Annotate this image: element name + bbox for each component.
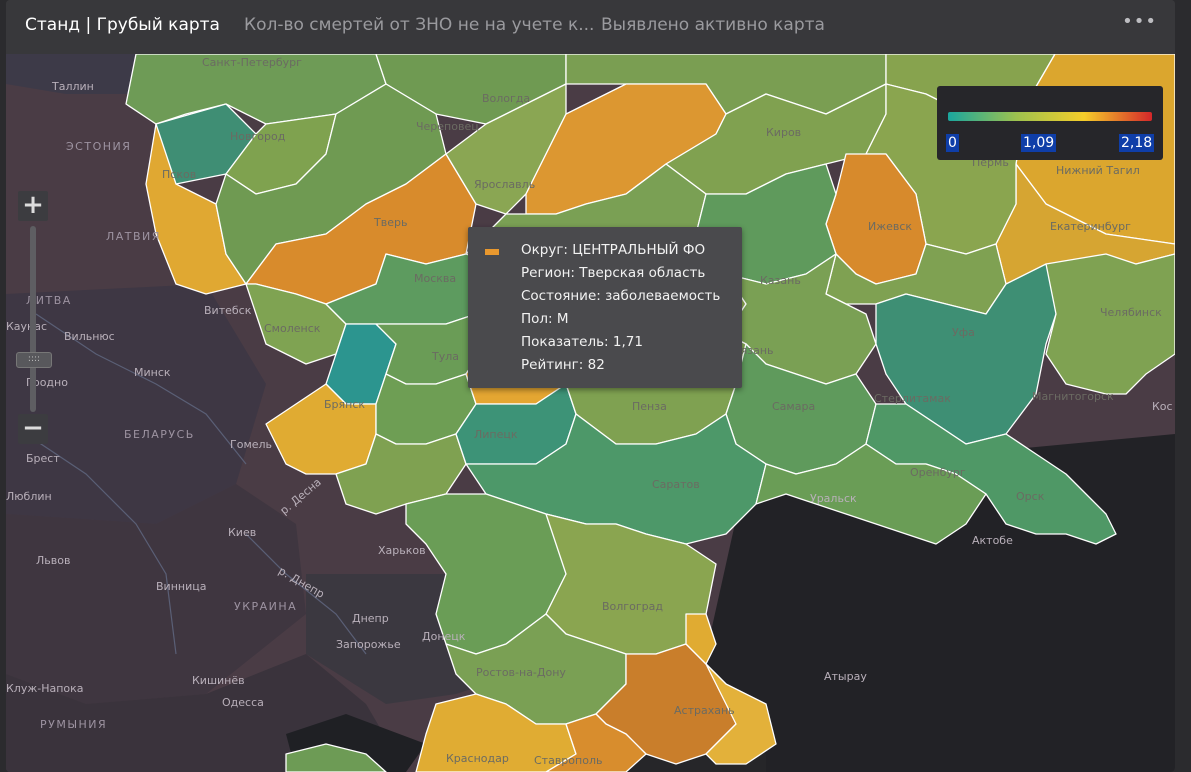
map-label-chelyabinsk: Челябинск (1100, 306, 1162, 319)
map-label-tagil: Нижний Тагил (1056, 164, 1140, 177)
map-label-tula: Тула (432, 350, 460, 363)
plus-icon: + (22, 190, 44, 220)
map-label-belarus: БЕЛАРУСЬ (124, 428, 195, 441)
map-label-petersburg: Санкт-Петербург (202, 56, 302, 69)
color-legend: 0 1,09 2,18 (937, 86, 1163, 160)
dashboard-panel: Станд | Грубый карта Кол-во смертей от З… (6, 0, 1175, 772)
map-label-cherepovets: Череповец (416, 120, 479, 133)
tooltip-region: Регион: Тверская область (521, 265, 706, 281)
map-label-vinnitsa: Винница (156, 580, 207, 593)
map-label-cluj: Клуж-Напока (6, 682, 84, 695)
map-label-pskov: Псков (162, 168, 197, 181)
map-label-sterlitamak: Стерлитамак (874, 392, 951, 405)
map-label-krasnodar: Краснодар (446, 752, 509, 765)
legend-min-value: 0 (946, 134, 959, 152)
map-label-lipetsk: Липецк (474, 428, 518, 441)
map-label-kazan: Казань (760, 274, 801, 287)
tooltip-sex: Пол: М (521, 311, 569, 327)
map-label-kiev: Киев (228, 526, 257, 539)
map-label-aktobe: Актобе (972, 534, 1013, 547)
map-label-kirov: Киров (766, 126, 802, 139)
legend-gradient-bar (948, 112, 1152, 121)
map-label-ukraine: УКРАИНА (234, 600, 298, 613)
map-label-yaroslavl: Ярославль (474, 178, 536, 191)
map-label-kostanay: Кос (1152, 400, 1173, 413)
tooltip-district: Округ: ЦЕНТРАЛЬНЫЙ ФО (521, 242, 706, 258)
tab-deaths[interactable]: Кол-во смертей от ЗНО не на учете к... (244, 15, 594, 35)
map-label-tver: Тверь (374, 216, 408, 229)
zoom-out-button[interactable]: − (18, 414, 48, 444)
zoom-in-button[interactable]: + (18, 191, 48, 221)
map-label-saratov: Саратов (652, 478, 700, 491)
zoom-slider-handle[interactable]: :::: (16, 352, 52, 368)
map-label-lvov: Львов (36, 554, 71, 567)
legend-max-value: 2,18 (1119, 134, 1155, 152)
map-label-magnitogorsk: Магнитогорск (1032, 390, 1114, 403)
map-label-astrakhan: Астрахань (674, 704, 735, 717)
tooltip-rating: Рейтинг: 82 (521, 357, 605, 373)
map-label-brest: Брест (26, 452, 60, 465)
map-label-lublin: Люблин (6, 490, 52, 503)
choropleth-map[interactable]: Таллин ЭСТОНИЯ ЛАТВИЯ ЛИТВА Каунас Вильн… (6, 54, 1175, 772)
map-label-ekaterinburg: Екатеринбург (1050, 220, 1131, 233)
minus-icon: − (22, 413, 44, 443)
map-label-volgograd: Волгоград (602, 600, 663, 613)
tooltip-color-swatch (485, 249, 499, 255)
region-tooltip: Округ: ЦЕНТРАЛЬНЫЙ ФО Регион: Тверская о… (468, 227, 742, 388)
map-label-gomel: Гомель (230, 438, 273, 451)
map-label-kaunas: Каунас (6, 320, 48, 333)
map-label-penza: Пенза (632, 400, 667, 413)
tab-detected-map[interactable]: Выявлено активно карта (601, 15, 825, 35)
map-label-moscow: Москва (414, 272, 457, 285)
map-label-orsk: Орск (1016, 490, 1045, 503)
map-label-zaporozhye: Запорожье (336, 638, 401, 651)
map-label-odessa: Одесса (222, 696, 264, 709)
map-label-tallinn: Таллин (52, 80, 94, 93)
map-label-bryansk: Брянск (324, 398, 366, 411)
legend-mid-value: 1,09 (1021, 134, 1057, 152)
map-label-izhevsk: Ижевск (868, 220, 913, 233)
map-label-minsk: Минск (134, 366, 171, 379)
map-label-vitebsk: Витебск (204, 304, 252, 317)
map-label-stavropol: Ставрополь (534, 754, 603, 767)
map-label-kharkov: Харьков (378, 544, 426, 557)
zoom-slider-track[interactable] (30, 226, 36, 412)
map-label-atyrau: Атырау (824, 670, 867, 683)
tab-stand-map[interactable]: Станд | Грубый карта (25, 15, 220, 35)
map-label-ufa: Уфа (952, 326, 975, 339)
map-label-samara: Самара (772, 400, 816, 413)
map-label-estonia: ЭСТОНИЯ (66, 140, 132, 153)
ellipsis-icon[interactable]: ••• (1122, 11, 1157, 32)
map-label-vilnius: Вильнюс (64, 330, 115, 343)
map-label-donetsk: Донецк (422, 630, 466, 643)
map-label-novgorod: Новгород (230, 130, 286, 143)
map-label-romania: РУМЫНИЯ (40, 718, 108, 731)
tooltip-state: Состояние: заболеваемость (521, 288, 721, 304)
map-label-orenburg: Оренбург (910, 466, 966, 479)
map-label-kishinev: Кишинёв (192, 674, 245, 687)
map-label-smolensk: Смоленск (264, 322, 321, 335)
map-label-vologda: Вологда (482, 92, 531, 105)
map-label-uralsk: Уральск (810, 492, 857, 505)
tab-bar: Станд | Грубый карта Кол-во смертей от З… (6, 0, 1175, 54)
map-label-dnepr: Днепр (352, 612, 389, 625)
map-label-rostov: Ростов-на-Дону (476, 666, 566, 679)
tooltip-value: Показатель: 1,71 (521, 334, 643, 350)
map-label-latvia: ЛАТВИЯ (106, 230, 161, 243)
